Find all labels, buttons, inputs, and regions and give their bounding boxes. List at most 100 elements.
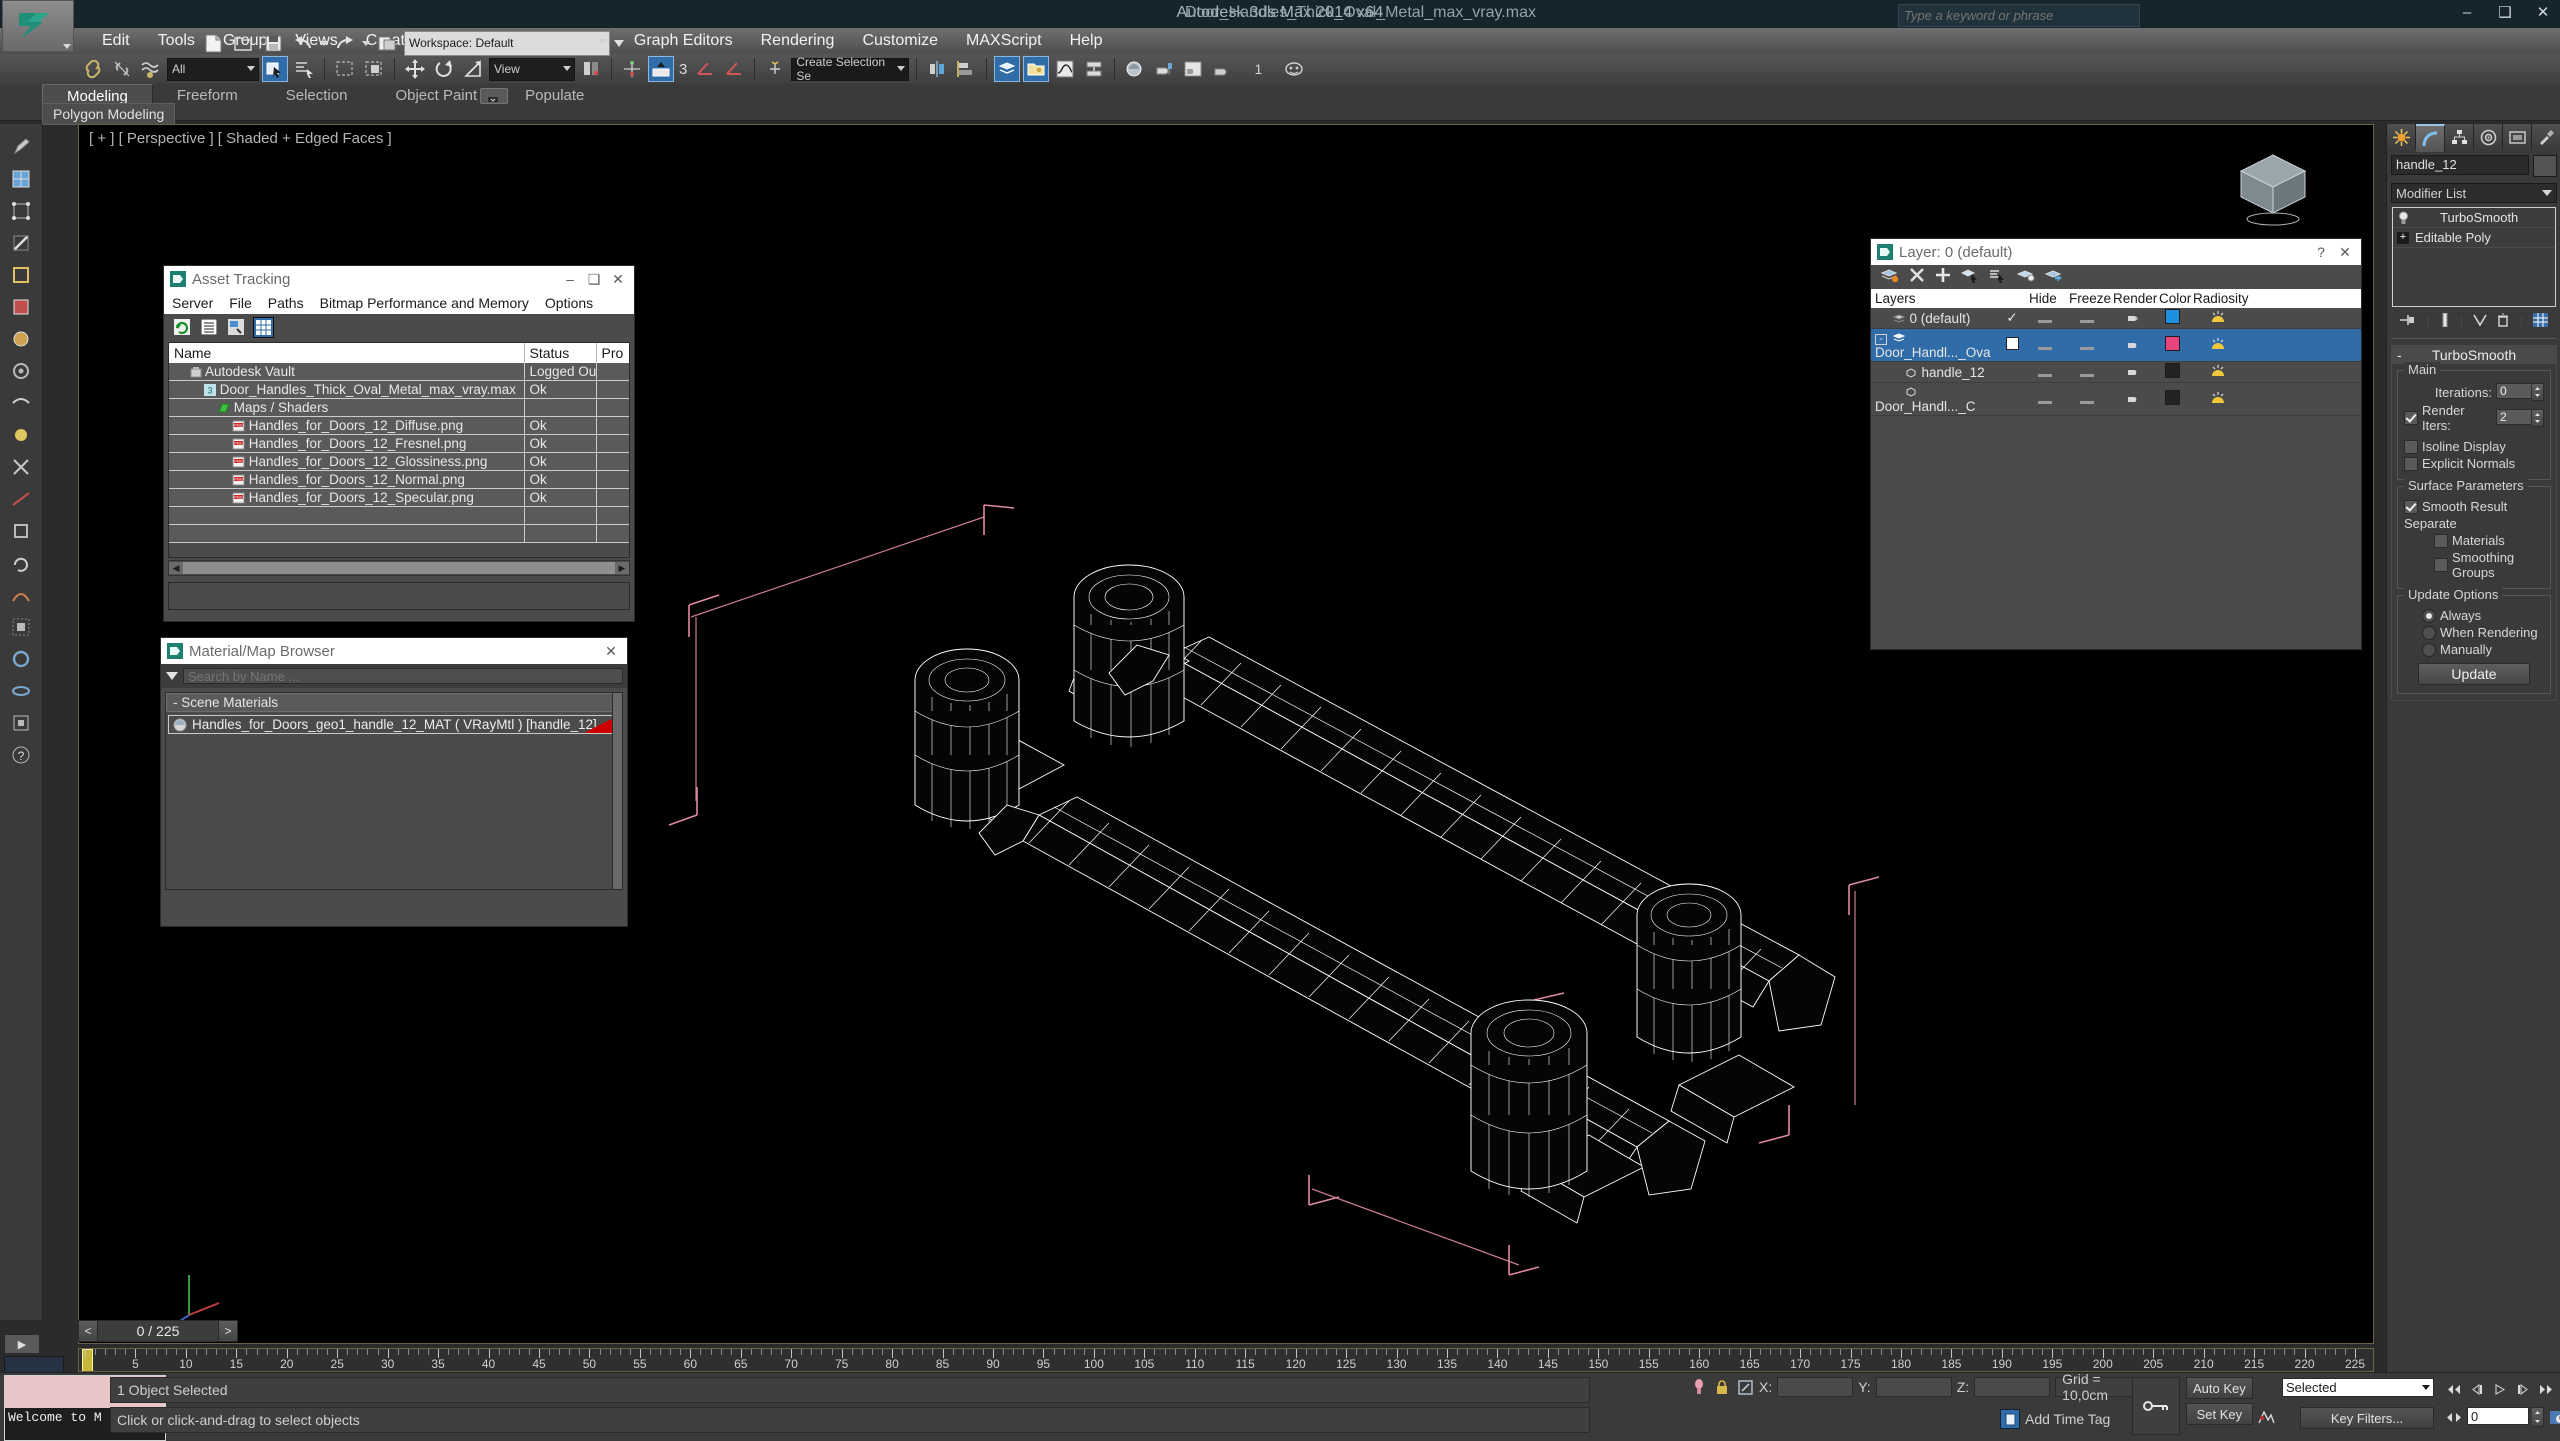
separate-smoothing-groups-checkbox[interactable] — [2434, 558, 2448, 572]
absolute-relative-toggle-icon[interactable] — [1736, 1378, 1754, 1396]
table-row[interactable]: Autodesk Vault Logged Out ... — [169, 363, 630, 381]
asset-list-hscrollbar[interactable]: ◀ ▶ — [168, 560, 630, 576]
table-row[interactable]: PNG Handles_for_Doors_12_Diffuse.png Ok — [169, 417, 630, 435]
layer-col-radiosity[interactable]: Radiosity — [2189, 289, 2247, 308]
save-file-icon[interactable] — [260, 30, 286, 56]
remove-modifier-icon[interactable] — [2497, 313, 2509, 330]
ribbon-panel-polygon-modeling[interactable]: Polygon Modeling — [42, 103, 175, 125]
asset-tracking-maximize[interactable]: ❑ — [582, 267, 606, 291]
table-row[interactable]: PNG Handles_for_Doors_12_Fresnel.png Ok — [169, 435, 630, 453]
go-to-end-icon[interactable] — [2536, 1379, 2556, 1399]
render-iters-spinner[interactable]: 2 — [2496, 409, 2544, 427]
frame-spinner-field[interactable]: 0 — [2467, 1407, 2529, 1425]
update-always-radio[interactable] — [2422, 609, 2436, 623]
asset-col-status[interactable]: Status — [524, 343, 596, 363]
make-unique-icon[interactable] — [2473, 314, 2487, 329]
paint-deform-icon[interactable] — [6, 420, 36, 450]
set-key-animate-icon[interactable] — [2256, 1407, 2278, 1427]
next-frame-button[interactable]: > — [218, 1320, 238, 1342]
rollout-collapse-glyph[interactable]: - — [2397, 347, 2402, 363]
play-icon[interactable] — [2490, 1379, 2510, 1399]
layer-radiosity-toggle[interactable] — [2189, 383, 2247, 416]
layer-hide-toggle[interactable] — [2025, 362, 2065, 383]
iterations-spinner[interactable]: 0 — [2496, 383, 2544, 401]
table-row[interactable]: 3 Door_Handles_Thick_Oval_Metal_max_vray… — [169, 381, 630, 399]
list-view-icon[interactable] — [199, 318, 218, 337]
asset-menu-bitmap-performance[interactable]: Bitmap Performance and Memory — [320, 295, 529, 311]
help-icon[interactable]: ? — [6, 740, 36, 770]
asset-tracking-minimize[interactable]: – — [558, 267, 582, 291]
generate-topology-icon[interactable] — [6, 356, 36, 386]
iterations-spin-buttons[interactable] — [2532, 383, 2544, 401]
snaps-toggle-icon[interactable] — [648, 56, 674, 82]
previous-frame-button[interactable]: < — [78, 1320, 98, 1342]
grow-selection-icon[interactable] — [6, 612, 36, 642]
maximize-button[interactable]: ❑ — [2494, 2, 2516, 24]
swift-loop-icon[interactable] — [6, 388, 36, 418]
asset-tracking-dialog[interactable]: Asset Tracking – ❑ ✕ Server File Paths B… — [163, 265, 635, 622]
delete-layer-icon[interactable] — [1909, 267, 1925, 288]
time-slider[interactable]: < 0 / 225 > — [78, 1320, 238, 1342]
use-pivot-point-center-icon[interactable] — [578, 56, 604, 82]
render-iters-value[interactable]: 2 — [2496, 409, 2532, 425]
stack-item-turbosmooth[interactable]: TurboSmooth — [2393, 208, 2555, 228]
loop-selection-icon[interactable] — [6, 676, 36, 706]
close-button[interactable]: ✕ — [2532, 2, 2554, 24]
layer-manager-icon[interactable] — [994, 56, 1020, 82]
key-filter-selection-combo[interactable]: Selected — [2282, 1378, 2434, 1397]
menu-rendering[interactable]: Rendering — [747, 30, 849, 52]
pin-stack-icon[interactable] — [2400, 314, 2416, 329]
scroll-right-button[interactable]: ▶ — [615, 562, 629, 574]
layer-render-toggle[interactable] — [2109, 308, 2155, 329]
table-row[interactable] — [169, 525, 630, 543]
selection-lock-icon[interactable] — [1690, 1378, 1708, 1396]
soft-selection-icon[interactable] — [6, 580, 36, 610]
redo-icon[interactable] — [332, 30, 358, 56]
search-input[interactable] — [1898, 4, 2140, 27]
select-object-icon[interactable] — [262, 56, 288, 82]
view-cube[interactable] — [2233, 147, 2313, 227]
smooth-result-checkbox[interactable] — [2404, 500, 2418, 514]
asset-tracking-caption[interactable]: Asset Tracking – ❑ ✕ — [164, 266, 634, 292]
key-mode-toggle-icon[interactable] — [2444, 1407, 2464, 1427]
render-setup-icon[interactable] — [1151, 56, 1177, 82]
browser-options-icon[interactable] — [165, 669, 179, 683]
spinner-snap-toggle-icon[interactable] — [762, 56, 788, 82]
layer-hide-toggle[interactable] — [2025, 308, 2065, 329]
expand-collapse-icon[interactable]: - — [1875, 334, 1887, 345]
border-subobject-icon[interactable] — [6, 260, 36, 290]
separate-materials-checkbox[interactable] — [2434, 534, 2448, 548]
layer-hide-toggle[interactable] — [2025, 383, 2065, 416]
polygon-modeling-panel-icon[interactable] — [6, 164, 36, 194]
select-highlighted-objects-icon[interactable] — [1961, 267, 1979, 288]
asset-menu-server[interactable]: Server — [172, 295, 213, 311]
edge-subobject-icon[interactable] — [6, 228, 36, 258]
repeat-last-icon[interactable] — [6, 548, 36, 578]
layer-freeze-toggle[interactable] — [2065, 383, 2109, 416]
list-item[interactable]: Handles_for_Doors_geo1_handle_12_MAT ( V… — [168, 715, 620, 734]
coord-x-field[interactable] — [1777, 1377, 1853, 1397]
minimize-button[interactable]: – — [2456, 2, 2478, 24]
asset-menu-options[interactable]: Options — [545, 295, 593, 311]
add-time-tag-label[interactable]: Add Time Tag — [2025, 1411, 2110, 1427]
table-row[interactable] — [169, 507, 630, 525]
material-editor-icon[interactable] — [1122, 56, 1148, 82]
asset-list[interactable]: Name Status Pro Autodesk Vault Logged Ou… — [168, 342, 630, 558]
named-selection-sets-combo[interactable]: Create Selection Se — [791, 58, 909, 81]
update-manually-radio[interactable] — [2422, 643, 2436, 657]
layer-col-hide[interactable]: Hide — [2025, 289, 2065, 308]
open-file-icon[interactable] — [230, 30, 256, 56]
undo-icon[interactable] — [290, 30, 316, 56]
turbosmooth-rollout[interactable]: - TurboSmooth Main Iterations: 0 Ren — [2391, 345, 2557, 701]
mirror-icon[interactable] — [924, 56, 950, 82]
modifier-list-combo[interactable]: Modifier List — [2391, 183, 2557, 203]
object-color-swatch[interactable] — [2533, 155, 2557, 177]
layer-color-swatch[interactable] — [2155, 362, 2189, 383]
menu-edit[interactable]: Edit — [88, 30, 144, 52]
freeze-layer-icon[interactable] — [2045, 267, 2063, 288]
polygon-subobject-icon[interactable] — [6, 292, 36, 322]
highlight-selected-objects-icon[interactable] — [1989, 267, 2007, 288]
menu-graph-editors[interactable]: Graph Editors — [620, 30, 747, 52]
angle-snap-toggle-icon[interactable] — [692, 56, 718, 82]
next-frame-icon[interactable] — [2513, 1379, 2533, 1399]
